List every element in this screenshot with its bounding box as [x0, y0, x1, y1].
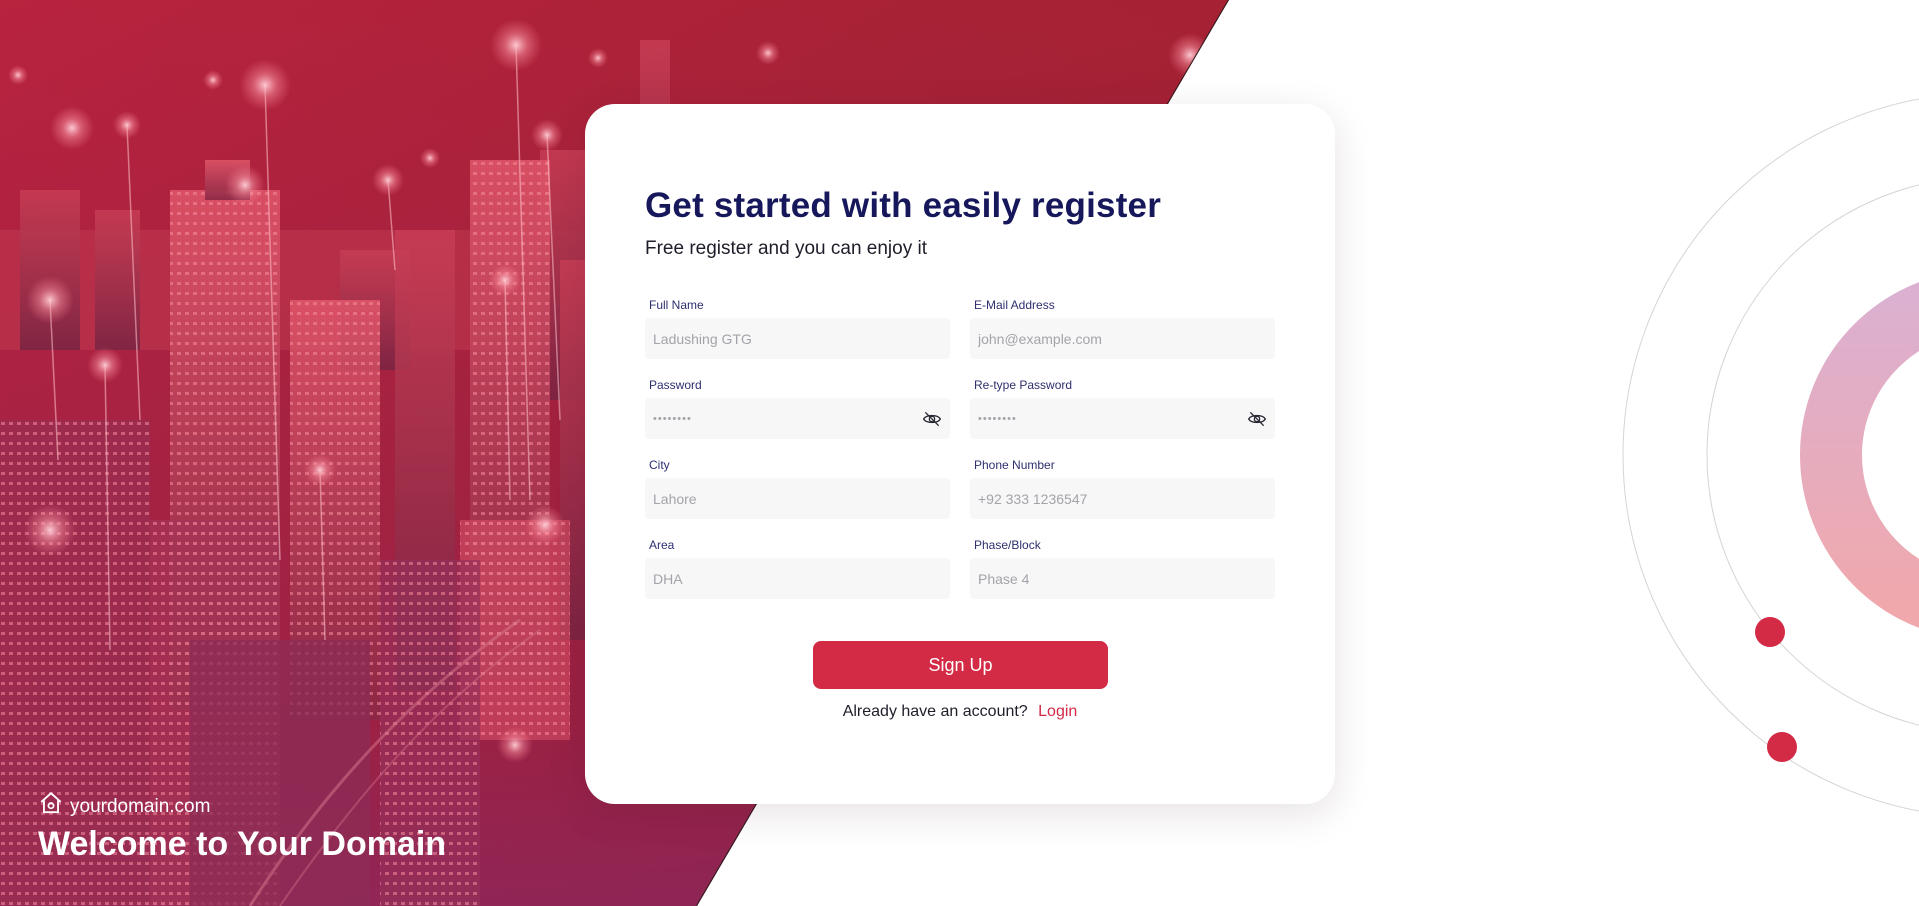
phone-label: Phone Number: [974, 458, 1055, 472]
retype-password-field: Re-type Password: [970, 378, 1275, 439]
welcome-heading: Welcome to Your Domain: [38, 825, 447, 863]
sign-up-button[interactable]: Sign Up: [813, 641, 1108, 689]
retype-password-label: Re-type Password: [974, 378, 1073, 392]
city-label: City: [649, 458, 670, 472]
phase-block-input[interactable]: [970, 558, 1275, 599]
form-title: Get started with easily register: [645, 186, 1162, 225]
brand: yourdomain.com: [38, 788, 210, 818]
brand-domain[interactable]: yourdomain.com: [70, 796, 210, 818]
email-input[interactable]: [970, 318, 1275, 359]
city-input-wrapper: [645, 478, 950, 519]
phone-input-wrapper: [970, 478, 1275, 519]
registration-card: Get started with easily register Free re…: [585, 104, 1335, 804]
password-input-wrapper: [645, 398, 950, 439]
area-input[interactable]: [645, 558, 950, 599]
phase-block-label: Phase/Block: [974, 538, 1041, 552]
city-field: City: [645, 458, 950, 519]
full-name-input-wrapper: [645, 318, 950, 359]
home-icon: [40, 792, 62, 814]
password-input[interactable]: [645, 398, 950, 439]
full-name-label: Full Name: [649, 298, 704, 312]
full-name-field: Full Name: [645, 298, 950, 359]
email-field: E-Mail Address: [970, 298, 1275, 359]
email-label: E-Mail Address: [974, 298, 1055, 312]
password-label: Password: [649, 378, 702, 392]
outer-ring: [1622, 98, 1919, 812]
area-input-wrapper: [645, 558, 950, 599]
red-dot: [1755, 617, 1785, 647]
area-label: Area: [649, 538, 675, 552]
login-prompt-text: Already have an account?: [842, 703, 1028, 720]
city-input[interactable]: [645, 478, 950, 519]
retype-password-input-wrapper: [970, 398, 1275, 439]
login-prompt-row: Already have an account? Login: [585, 703, 1335, 721]
eye-off-icon[interactable]: [922, 409, 942, 429]
phone-input[interactable]: [970, 478, 1275, 519]
retype-password-input[interactable]: [970, 398, 1275, 439]
phone-field: Phone Number: [970, 458, 1275, 519]
area-field: Area: [645, 538, 950, 599]
full-name-input[interactable]: [645, 318, 950, 359]
email-input-wrapper: [970, 318, 1275, 359]
form-subtitle: Free register and you can enjoy it: [645, 238, 927, 259]
eye-off-icon[interactable]: [1247, 409, 1267, 429]
login-link[interactable]: Login: [1038, 703, 1077, 720]
red-dot: [1767, 732, 1797, 762]
registration-page: Get started with easily register Free re…: [0, 0, 1919, 906]
password-field: Password: [645, 378, 950, 439]
phase-block-field: Phase/Block: [970, 538, 1275, 599]
phase-block-input-wrapper: [970, 558, 1275, 599]
gradient-ring: [1800, 282, 1919, 628]
